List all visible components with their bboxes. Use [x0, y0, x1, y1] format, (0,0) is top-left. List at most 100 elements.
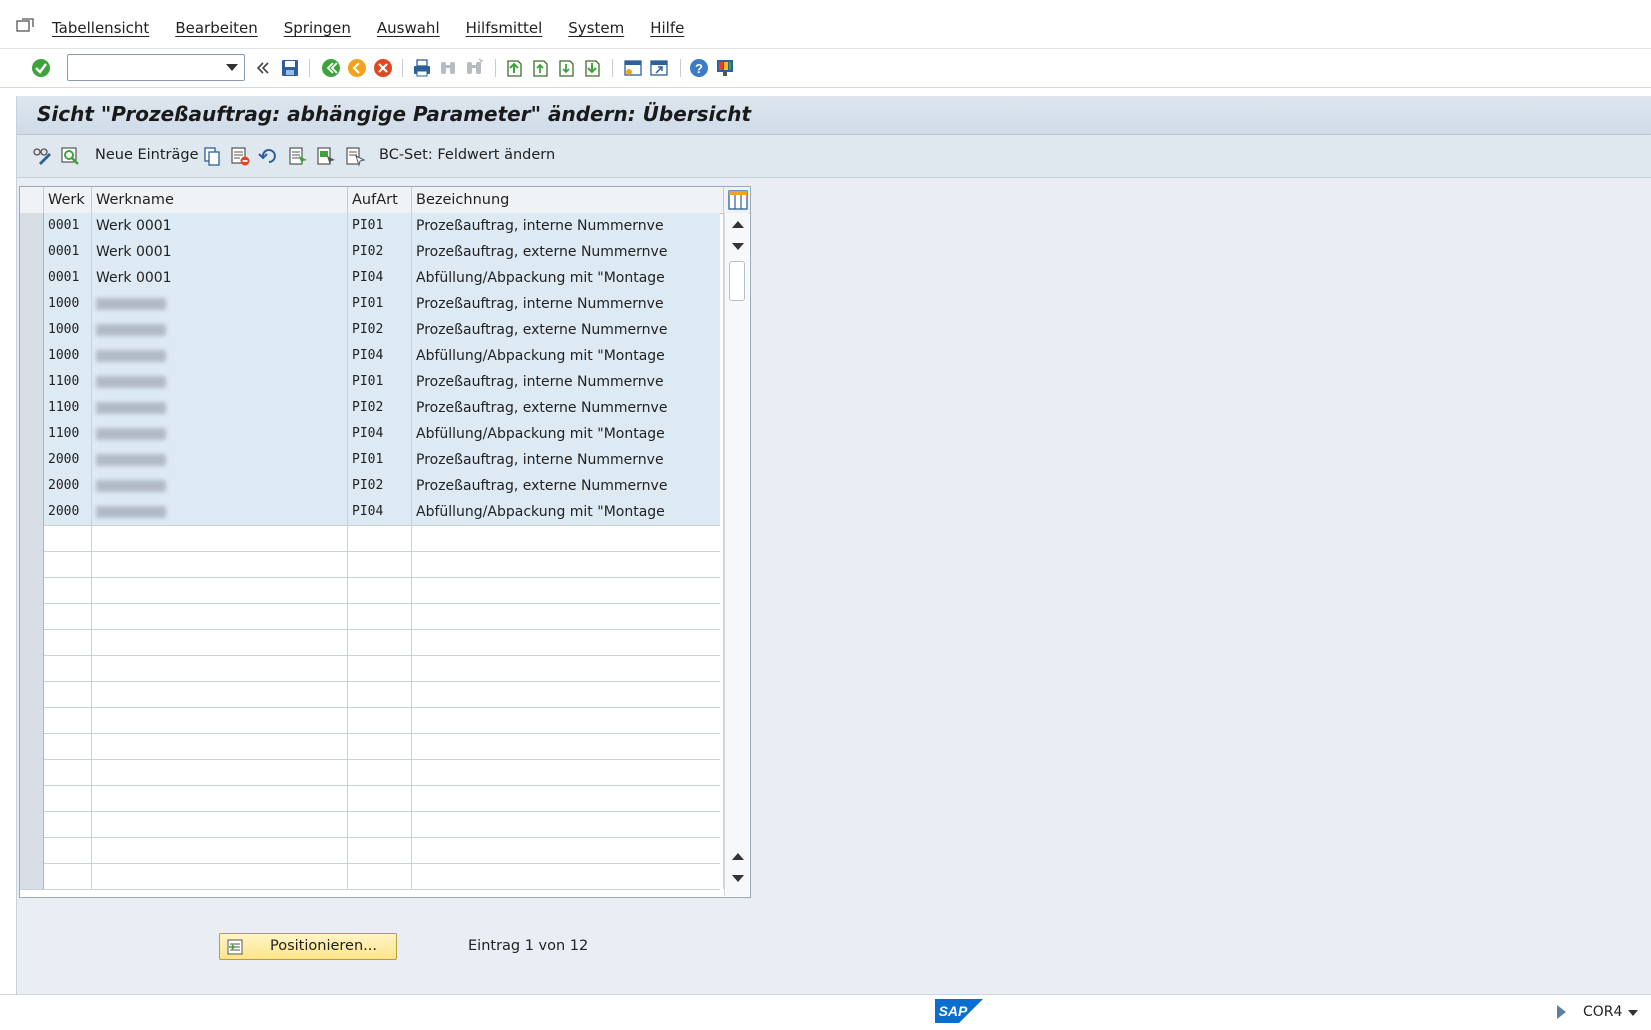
table-row[interactable]: 1000 PI01 Prozeßauftrag, interne Nummernve [20, 291, 724, 318]
bcset-change-button[interactable]: BC-Set: Feldwert ändern [379, 147, 555, 163]
cell-aufart[interactable]: PI04 [348, 265, 412, 291]
cell-aufart[interactable]: PI01 [348, 447, 412, 473]
cell-bezeichnung[interactable]: Abfüllung/Abpackung mit "Montage [412, 421, 724, 447]
table-row[interactable]: 2000 PI02 Prozeßauftrag, externe Nummernve [20, 473, 724, 500]
select-all-icon[interactable] [287, 145, 309, 167]
exit-icon[interactable] [346, 57, 368, 79]
row-selector[interactable] [20, 759, 44, 785]
cell-werkname[interactable] [92, 551, 348, 577]
cell-werk[interactable] [44, 837, 92, 863]
cell-werkname[interactable] [92, 291, 348, 317]
row-selector[interactable] [20, 473, 44, 499]
cell-bezeichnung[interactable]: Abfüllung/Abpackung mit "Montage [412, 499, 724, 525]
scroll-down-icon[interactable] [732, 243, 744, 250]
cell-bezeichnung[interactable] [412, 811, 724, 837]
row-selector[interactable] [20, 317, 44, 343]
row-selector[interactable] [20, 421, 44, 447]
cell-bezeichnung[interactable]: Abfüllung/Abpackung mit "Montage [412, 265, 724, 291]
cell-werk[interactable]: 1100 [44, 369, 92, 395]
cell-bezeichnung[interactable] [412, 733, 724, 759]
row-selector[interactable] [20, 395, 44, 421]
empty-table-row[interactable] [20, 551, 724, 578]
empty-table-row[interactable] [20, 603, 724, 630]
cell-aufart[interactable] [348, 733, 412, 759]
column-header-werk[interactable]: Werk [44, 187, 92, 213]
cell-werkname[interactable] [92, 473, 348, 499]
cell-werkname[interactable] [92, 759, 348, 785]
cell-aufart[interactable] [348, 551, 412, 577]
cell-bezeichnung[interactable]: Prozeßauftrag, interne Nummernve [412, 213, 724, 239]
find-icon[interactable] [437, 57, 459, 79]
shortcut-icon[interactable] [648, 57, 670, 79]
back-icon[interactable] [320, 57, 342, 79]
row-selector[interactable] [20, 785, 44, 811]
empty-table-row[interactable] [20, 863, 724, 890]
cell-werk[interactable]: 1100 [44, 395, 92, 421]
row-selector[interactable] [20, 863, 44, 889]
cell-aufart[interactable]: PI02 [348, 473, 412, 499]
select-block-icon[interactable] [315, 145, 337, 167]
system-dropdown-icon[interactable] [1628, 1010, 1638, 1016]
table-row[interactable]: 2000 PI01 Prozeßauftrag, interne Nummernve [20, 447, 724, 474]
cell-werk[interactable]: 0001 [44, 239, 92, 265]
cancel-icon[interactable] [372, 57, 394, 79]
cell-werkname[interactable] [92, 369, 348, 395]
help-icon[interactable]: ? [688, 57, 710, 79]
cell-werkname[interactable] [92, 707, 348, 733]
column-header-aufart[interactable]: AufArt [348, 187, 412, 213]
cell-bezeichnung[interactable] [412, 577, 724, 603]
empty-table-row[interactable] [20, 681, 724, 708]
cell-aufart[interactable] [348, 785, 412, 811]
next-page-icon[interactable] [555, 57, 577, 79]
cell-werkname[interactable] [92, 837, 348, 863]
cell-werk[interactable] [44, 551, 92, 577]
cell-werk[interactable]: 1100 [44, 421, 92, 447]
row-selector[interactable] [20, 733, 44, 759]
menu-hilfsmittel[interactable]: Hilfsmittel [466, 19, 543, 37]
cell-werk[interactable] [44, 577, 92, 603]
cell-aufart[interactable] [348, 863, 412, 889]
cell-aufart[interactable] [348, 655, 412, 681]
save-icon[interactable] [279, 57, 301, 79]
deselect-all-icon[interactable] [344, 145, 366, 167]
empty-table-row[interactable] [20, 785, 724, 812]
menu-hilfe[interactable]: Hilfe [650, 19, 684, 37]
menu-bearbeiten[interactable]: Bearbeiten [175, 19, 257, 37]
row-selector[interactable] [20, 837, 44, 863]
cell-werk[interactable] [44, 525, 92, 551]
new-entries-button[interactable]: Neue Einträge [95, 147, 199, 163]
cell-bezeichnung[interactable] [412, 863, 724, 889]
cell-aufart[interactable] [348, 707, 412, 733]
cell-werkname[interactable] [92, 603, 348, 629]
row-selector[interactable] [20, 811, 44, 837]
cell-werkname[interactable] [92, 577, 348, 603]
copy-as-icon[interactable] [201, 145, 223, 167]
menu-tabellensicht[interactable]: Tabellensicht [52, 19, 149, 37]
cell-bezeichnung[interactable] [412, 837, 724, 863]
enter-check-icon[interactable] [30, 57, 52, 79]
table-settings-icon[interactable] [728, 190, 748, 210]
scroll-up-icon[interactable] [732, 221, 744, 228]
cell-aufart[interactable]: PI02 [348, 395, 412, 421]
cell-werk[interactable]: 0001 [44, 265, 92, 291]
cell-aufart[interactable]: PI01 [348, 369, 412, 395]
cell-aufart[interactable]: PI02 [348, 239, 412, 265]
cell-aufart[interactable]: PI04 [348, 343, 412, 369]
menu-springen[interactable]: Springen [284, 19, 351, 37]
row-selector[interactable] [20, 681, 44, 707]
scroll-page-up-icon[interactable] [732, 853, 744, 860]
cell-werkname[interactable] [92, 733, 348, 759]
cell-bezeichnung[interactable]: Prozeßauftrag, externe Nummernve [412, 239, 724, 265]
cell-bezeichnung[interactable]: Prozeßauftrag, externe Nummernve [412, 473, 724, 499]
table-row[interactable]: 0001 Werk 0001 PI02 Prozeßauftrag, externe … [20, 239, 724, 266]
delete-icon[interactable] [229, 145, 251, 167]
cell-aufart[interactable] [348, 759, 412, 785]
cell-werk[interactable] [44, 785, 92, 811]
cell-werkname[interactable] [92, 343, 348, 369]
cell-werkname[interactable] [92, 499, 348, 525]
collapse-icon[interactable] [252, 57, 274, 79]
undo-icon[interactable] [257, 145, 279, 167]
cell-werk[interactable]: 1000 [44, 343, 92, 369]
cell-bezeichnung[interactable] [412, 759, 724, 785]
select-all-rows[interactable] [20, 187, 44, 213]
